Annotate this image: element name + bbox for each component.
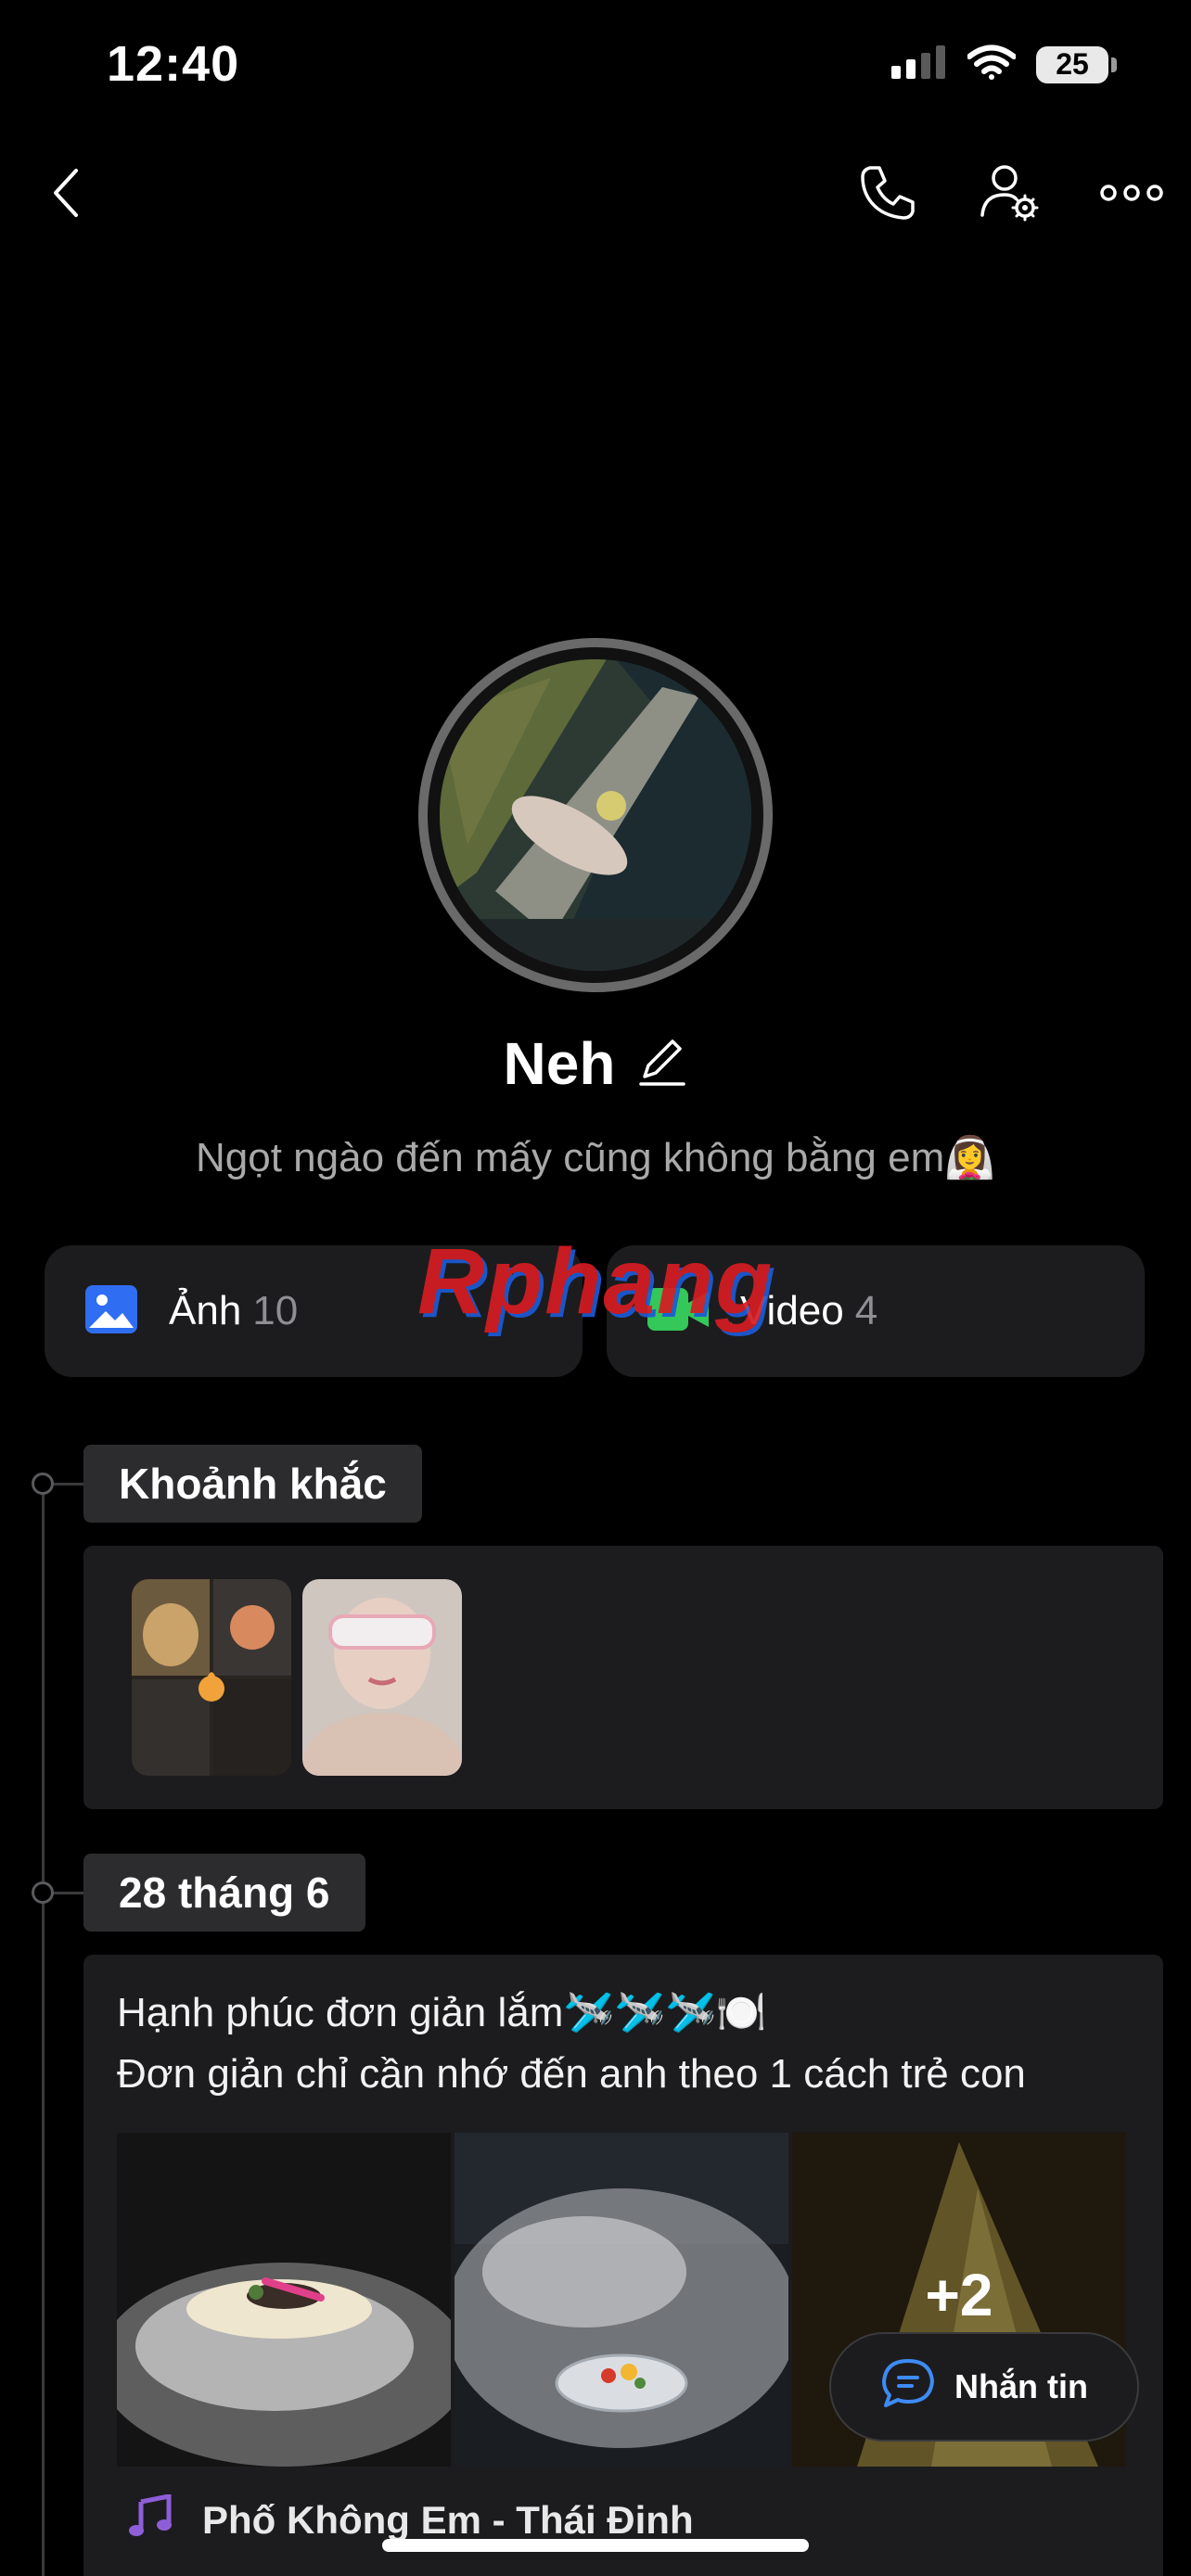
timeline-dot xyxy=(32,1473,54,1495)
call-button[interactable] xyxy=(846,148,929,241)
profile-name-row: Neh xyxy=(0,1029,1191,1098)
wifi-icon xyxy=(967,45,1017,84)
more-icon xyxy=(1099,184,1164,207)
timeline-connector xyxy=(54,1483,83,1486)
home-indicator[interactable] xyxy=(382,2539,809,2552)
battery-icon: 25 xyxy=(1036,45,1117,83)
profile-name: Neh xyxy=(503,1030,616,1097)
message-button-label: Nhắn tin xyxy=(954,2367,1088,2405)
post-text: Hạnh phúc đơn giản lắm🛩️🛩️🛩️🍽️ Đơn giản … xyxy=(117,1983,1026,2105)
battery-level: 25 xyxy=(1036,45,1108,83)
moments-chip[interactable]: Khoảnh khắc xyxy=(83,1445,422,1523)
status-time: 12:40 xyxy=(107,36,240,92)
song-title: Phố Không Em - Thái Đinh xyxy=(202,2498,694,2542)
timeline-connector xyxy=(54,1892,83,1894)
more-button[interactable] xyxy=(1087,148,1176,241)
moments-card xyxy=(83,1546,1163,1809)
avatar[interactable] xyxy=(418,638,773,992)
timeline-line xyxy=(42,1474,45,2576)
top-nav xyxy=(0,148,1191,241)
user-settings-icon xyxy=(979,161,1042,229)
signal-icon xyxy=(891,45,947,83)
date-chip: 28 tháng 6 xyxy=(83,1854,365,1932)
moment-thumb[interactable] xyxy=(302,1579,462,1776)
photo-icon xyxy=(85,1284,137,1338)
post-line-2: Đơn giản chỉ cần nhớ đến anh theo 1 cách… xyxy=(117,2051,1026,2097)
post-card[interactable]: Hạnh phúc đơn giản lắm🛩️🛩️🛩️🍽️ Đơn giản … xyxy=(83,1955,1163,2576)
watermark: Rphang xyxy=(417,1230,775,1333)
user-settings-button[interactable] xyxy=(968,148,1052,241)
chat-bubble-icon xyxy=(880,2357,936,2417)
battery-tip xyxy=(1111,57,1117,72)
moment-thumb[interactable] xyxy=(132,1579,291,1776)
photos-label: Ảnh xyxy=(169,1288,242,1333)
back-icon xyxy=(50,167,80,223)
status-icons: 25 xyxy=(891,45,1117,84)
message-button[interactable]: Nhắn tin xyxy=(829,2332,1139,2442)
music-note-icon xyxy=(128,2493,173,2546)
post-line-1: Hạnh phúc đơn giản lắm🛩️🛩️🛩️🍽️ xyxy=(117,1990,767,2035)
profile-bio: Ngọt ngào đến mấy cũng không bằng em👰‍♀️ xyxy=(195,1135,996,1180)
phone-icon xyxy=(857,162,918,228)
post-image[interactable] xyxy=(117,2133,451,2467)
videos-count: 4 xyxy=(854,1288,878,1333)
avatar-photo xyxy=(440,659,751,971)
pencil-icon[interactable] xyxy=(637,1034,687,1094)
post-image[interactable] xyxy=(455,2133,788,2467)
status-bar: 12:40 25 xyxy=(0,0,1191,139)
timeline-dot xyxy=(32,1881,54,1904)
photos-count: 10 xyxy=(252,1288,299,1333)
back-button[interactable] xyxy=(28,148,102,241)
